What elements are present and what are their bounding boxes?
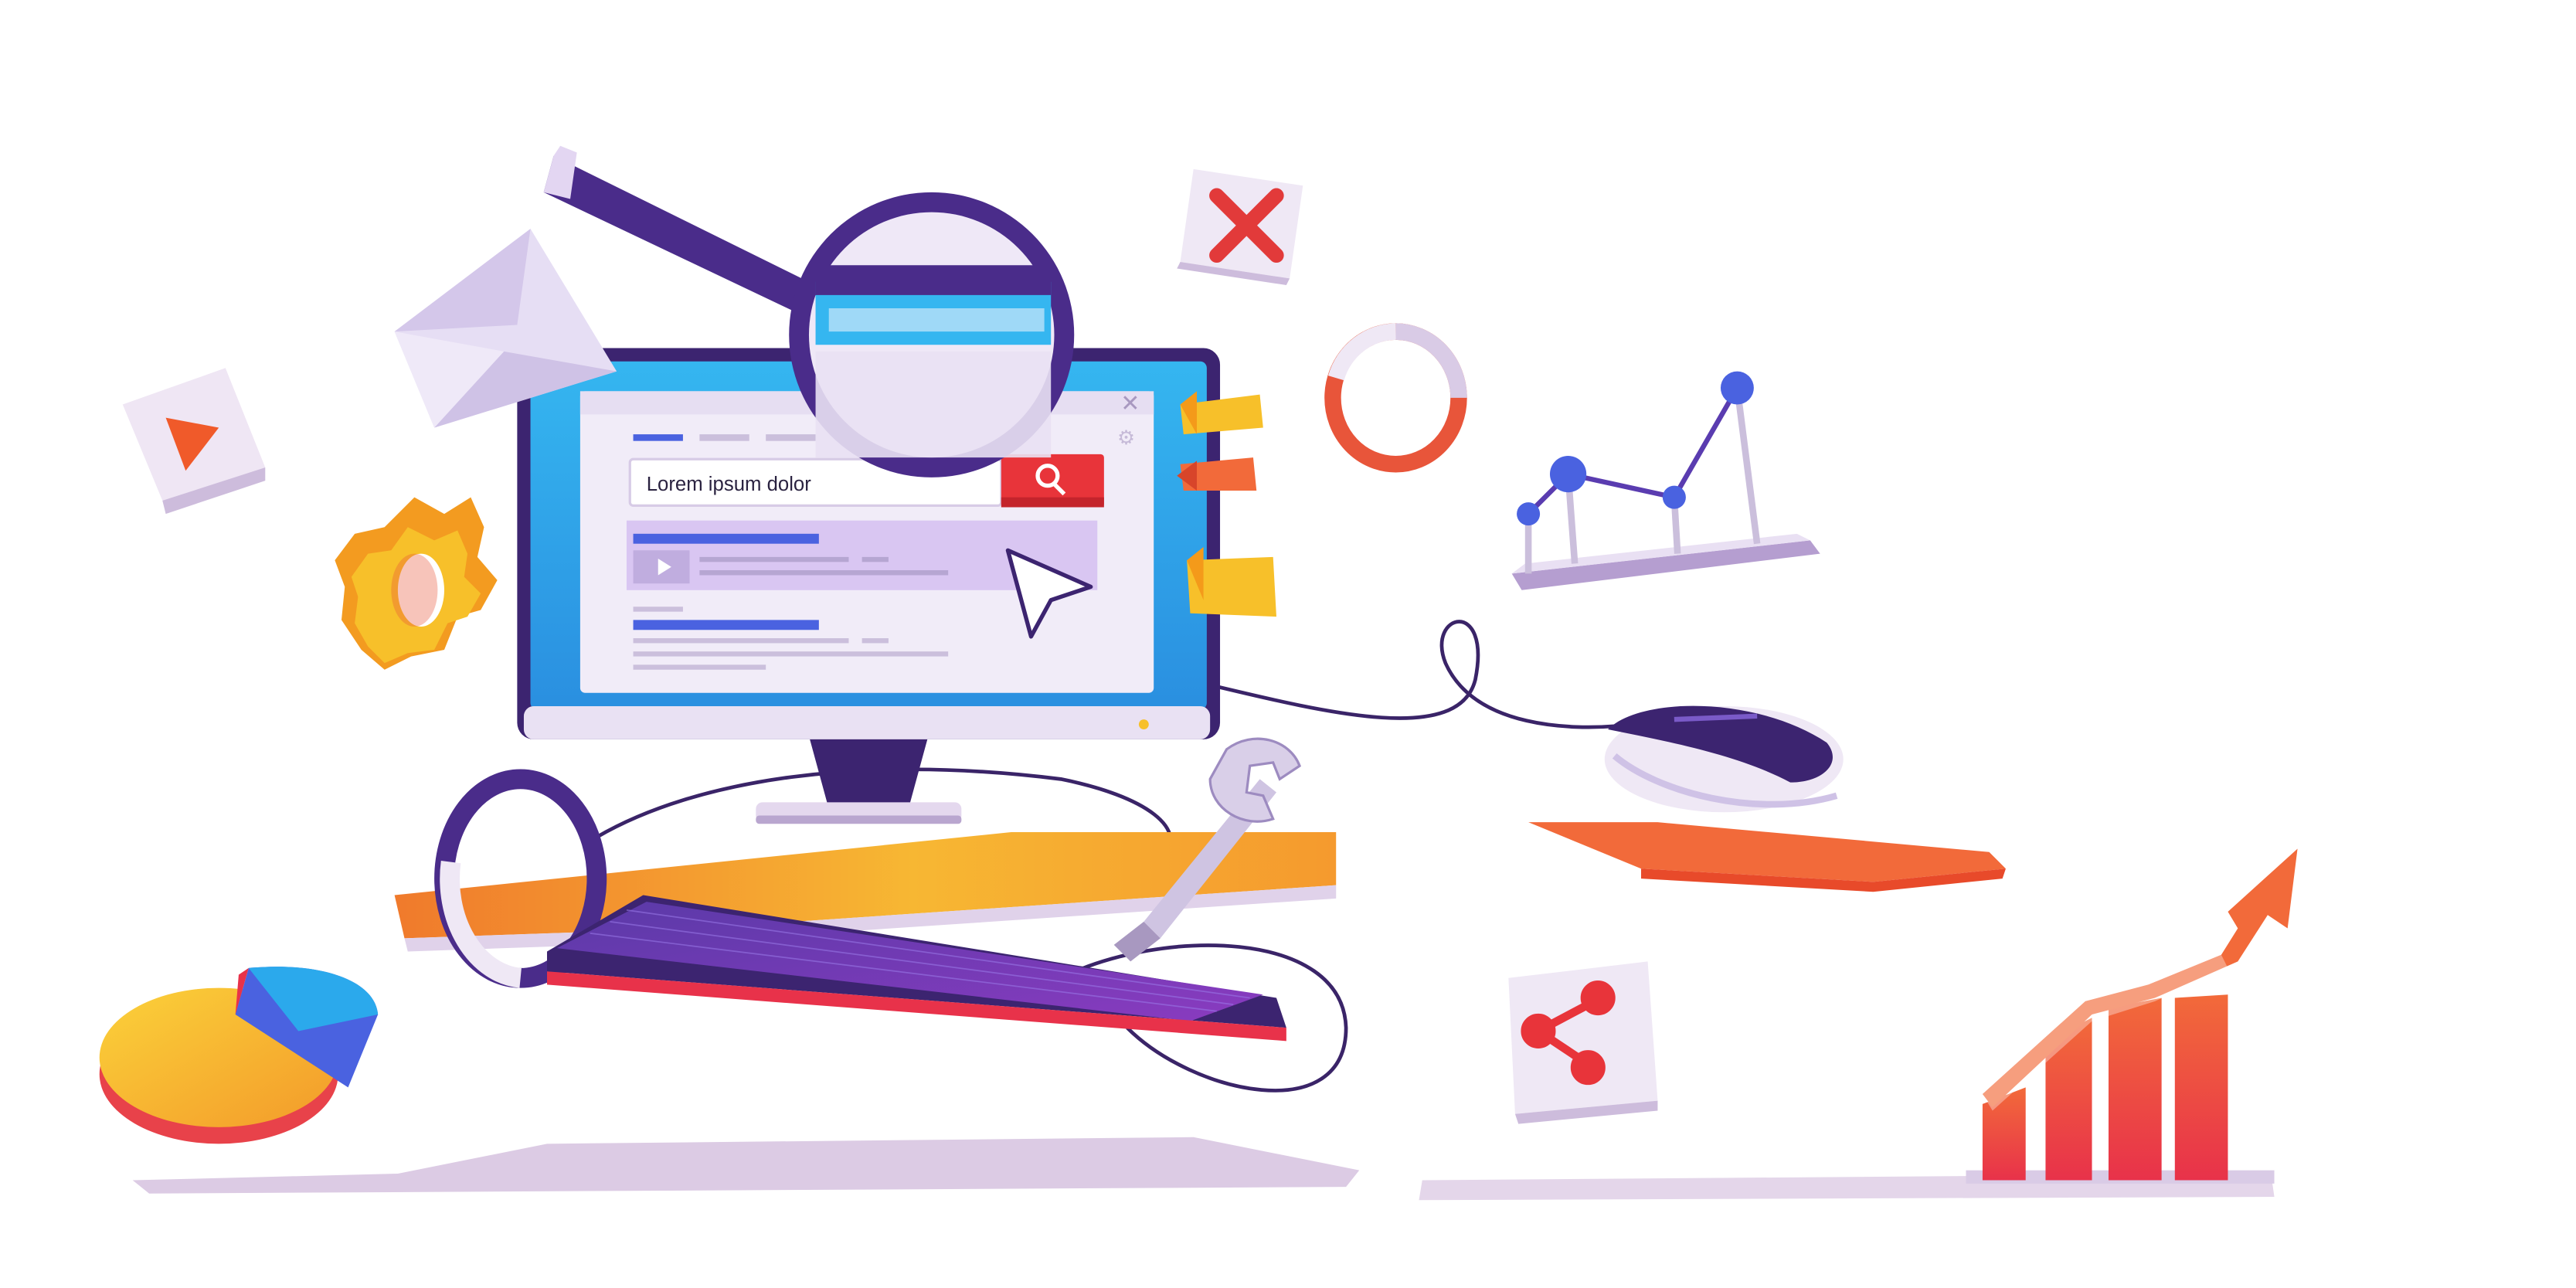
floor-shadows — [132, 1137, 2275, 1201]
mouse-mat — [1528, 822, 2006, 892]
close-x-icon — [1177, 168, 1303, 286]
play-icon — [122, 368, 266, 515]
pie-chart-icon — [99, 967, 379, 1144]
gear-icon — [335, 497, 498, 670]
ring-icon — [1324, 323, 1467, 473]
search-button[interactable] — [1001, 454, 1104, 508]
power-led — [1138, 719, 1149, 729]
mouse-icon[interactable] — [1604, 705, 1844, 813]
monitor-stand — [756, 736, 962, 824]
search-bar[interactable]: Lorem ipsum dolor — [628, 454, 1104, 508]
search-input-value: Lorem ipsum dolor — [647, 474, 812, 495]
seo-illustration: ✕ ⚙ Lorem ipsum dolor — [99, 145, 2298, 1201]
settings-small-icon[interactable]: ⚙ — [1117, 427, 1135, 450]
growth-chart-icon — [1966, 848, 2298, 1184]
close-window-icon[interactable]: ✕ — [1120, 390, 1140, 417]
share-icon — [1508, 961, 1658, 1124]
line-chart-icon — [1511, 371, 1820, 590]
